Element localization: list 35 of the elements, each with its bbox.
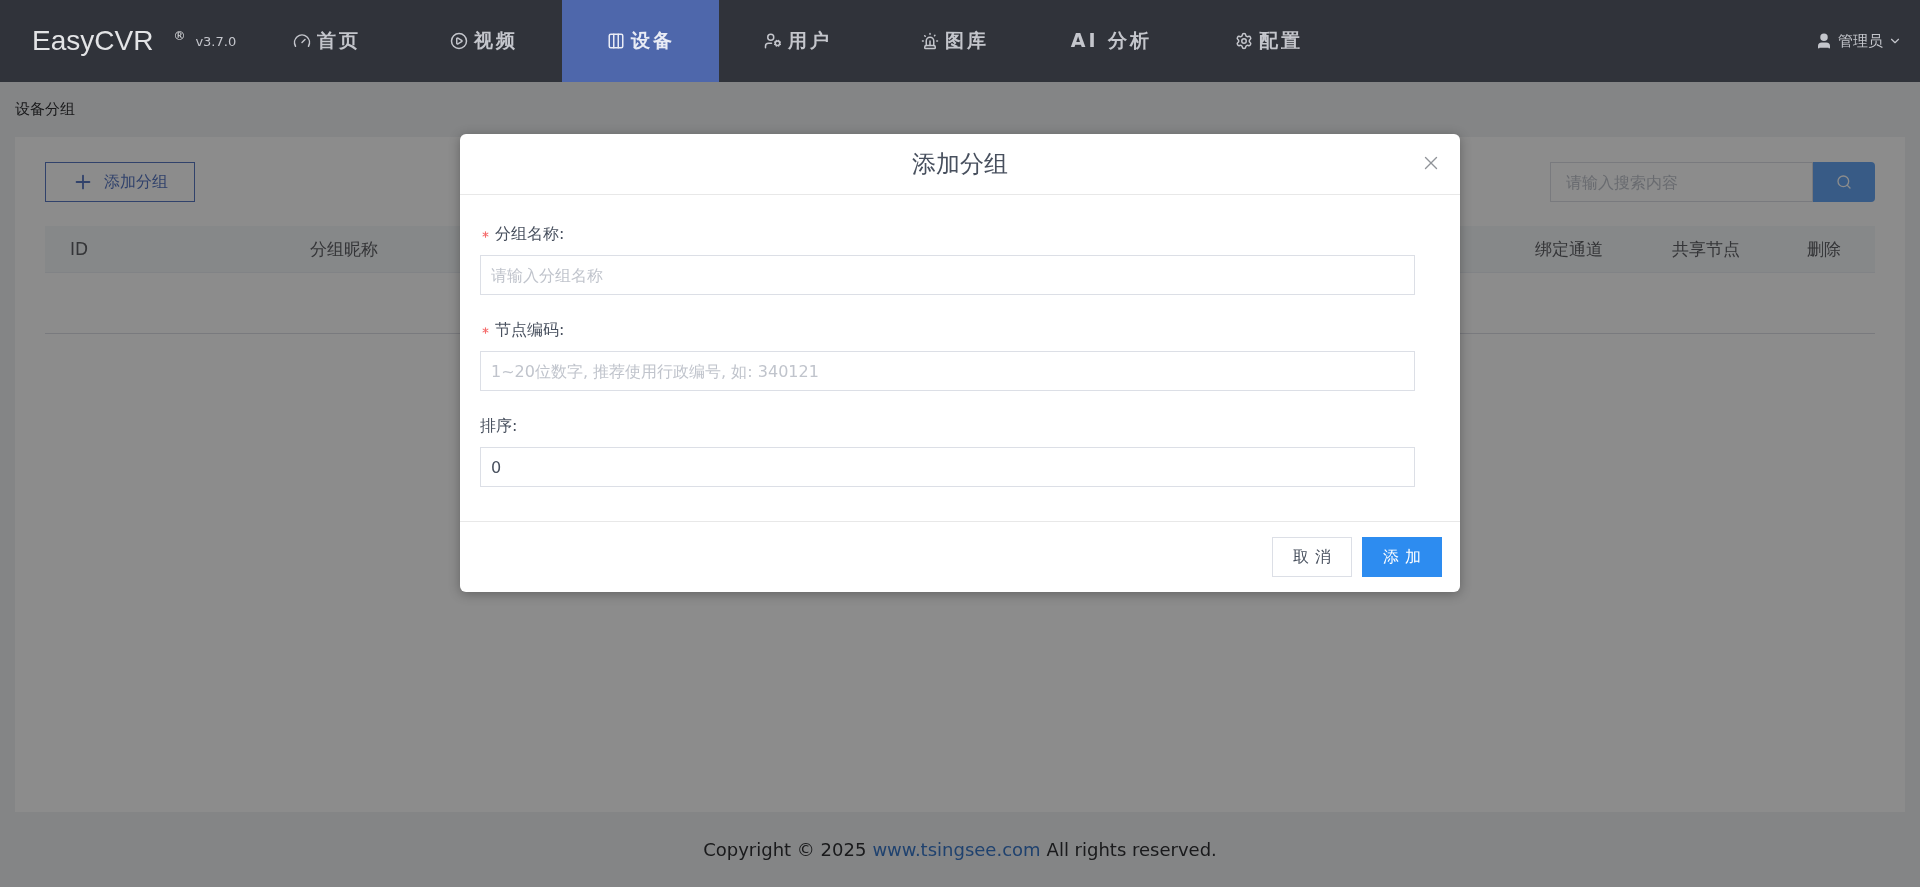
dialog-title: 添加分组	[912, 149, 1008, 180]
input-field[interactable]: 请输入分组名称	[480, 255, 1415, 295]
field-label: 分组名称:	[495, 223, 565, 245]
copyright-text: Copyright © 2025	[703, 839, 867, 860]
input-field[interactable]: 1~20位数字, 推荐使用行政编号, 如: 340121	[480, 351, 1415, 391]
field-label: 排序:	[480, 415, 518, 437]
column-header: 分组昵称	[309, 237, 379, 261]
input-field[interactable]: 0	[480, 447, 1415, 487]
nav-tab[interactable]: 用户	[719, 0, 876, 82]
gauge-icon	[292, 32, 311, 50]
column-header: 共享节点	[1671, 237, 1741, 261]
nav-tab[interactable]: AI 分析	[1033, 0, 1190, 82]
nav-tab[interactable]: 设备	[562, 0, 719, 82]
nav-tab[interactable]: 视频	[405, 0, 562, 82]
search-icon	[1836, 174, 1852, 190]
user-gear-icon	[763, 32, 782, 50]
user-icon	[1815, 32, 1833, 50]
siren-icon	[920, 32, 939, 50]
field-label: 节点编码:	[495, 319, 565, 341]
column-header: 删除	[1806, 237, 1842, 261]
nav-tab[interactable]: 首页	[248, 0, 405, 82]
gear-icon	[1234, 32, 1253, 50]
nav-tab[interactable]: 图库	[876, 0, 1033, 82]
registered-mark: ®	[173, 29, 186, 43]
breadcrumb: 设备分组	[15, 100, 75, 119]
version-label: v3.7.0	[195, 33, 237, 49]
columns-icon	[606, 32, 625, 50]
column-header: 绑定通道	[1534, 237, 1604, 261]
nav-tab[interactable]: 配置	[1190, 0, 1347, 82]
play-icon	[449, 32, 468, 50]
column-header: ID	[69, 239, 90, 259]
user-menu[interactable]: 管理员	[1809, 0, 1908, 82]
cancel-button[interactable]: 取 消	[1272, 537, 1352, 577]
rights-text: All rights reserved.	[1046, 839, 1217, 860]
logo: EasyCVR	[32, 25, 154, 57]
